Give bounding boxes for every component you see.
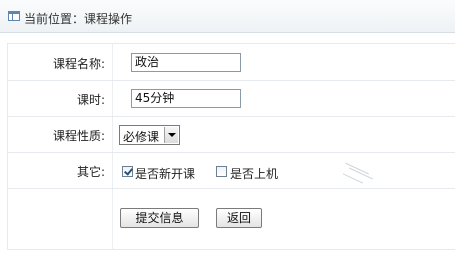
lab-label[interactable]: 是否上机: [230, 165, 278, 182]
new-course-label[interactable]: 是否新开课: [135, 165, 195, 182]
row-divider: [7, 80, 455, 81]
course-type-select[interactable]: 必修课: [119, 125, 180, 145]
row-divider: [7, 152, 455, 153]
course-name-input[interactable]: 政治: [131, 53, 241, 72]
row-divider: [7, 188, 455, 189]
lab-checkbox[interactable]: [216, 166, 227, 177]
duration-label: 课时:: [76, 93, 105, 107]
window-icon: [8, 11, 20, 21]
course-name-label: 课程名称:: [52, 57, 105, 71]
course-type-label: 课程性质:: [52, 129, 105, 143]
back-button[interactable]: 返回: [216, 208, 262, 228]
row-divider: [7, 116, 455, 117]
column-divider: [112, 43, 113, 250]
new-course-checkbox[interactable]: [122, 166, 133, 177]
location-title: 当前位置：课程操作: [24, 12, 133, 26]
course-type-value: 必修课: [123, 130, 160, 144]
location-bar: 当前位置：课程操作: [0, 0, 455, 33]
submit-button[interactable]: 提交信息: [120, 208, 199, 228]
duration-input[interactable]: 45分钟: [131, 89, 241, 108]
other-label: 其它:: [76, 165, 105, 179]
chevron-down-icon[interactable]: [164, 127, 178, 143]
